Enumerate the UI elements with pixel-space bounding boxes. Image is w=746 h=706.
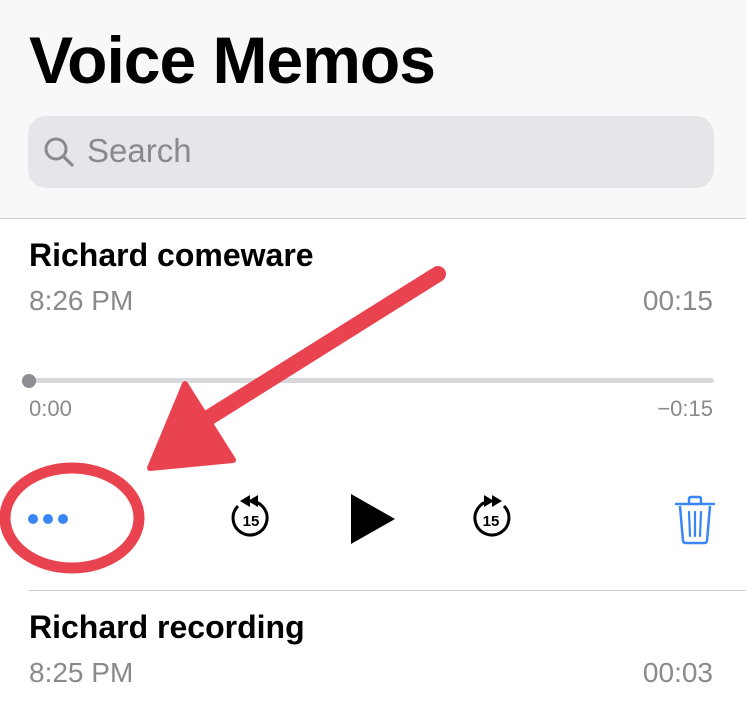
memo-time: 8:26 PM <box>29 285 134 316</box>
annotation-arrow <box>147 266 446 471</box>
playback-scrubber[interactable] <box>29 378 714 383</box>
memo-duration: 00:15 <box>642 285 713 316</box>
page-title: Voice Memos <box>29 23 436 97</box>
skip-back-15-icon: 15 <box>231 495 269 537</box>
header: Voice Memos Search <box>0 0 746 218</box>
trash-icon <box>674 495 716 545</box>
memo-title: Richard comeware <box>29 237 314 273</box>
more-button[interactable] <box>26 508 70 530</box>
memo-title: Richard recording <box>29 609 305 645</box>
search-placeholder: Search <box>87 132 192 169</box>
delete-button[interactable] <box>673 494 717 546</box>
play-button[interactable] <box>345 490 401 548</box>
elapsed-time: 0:00 <box>29 396 72 421</box>
svg-text:15: 15 <box>483 513 500 530</box>
divider <box>29 590 746 591</box>
search-field[interactable]: Search <box>28 116 714 188</box>
svg-text:15: 15 <box>243 513 260 530</box>
memo-duration: 00:03 <box>642 657 713 688</box>
search-icon <box>42 135 76 169</box>
skip-back-button[interactable]: 15 <box>226 492 276 544</box>
skip-forward-15-icon: 15 <box>473 495 511 537</box>
remaining-time: −0:15 <box>657 396 713 421</box>
divider <box>0 218 746 219</box>
play-icon <box>351 494 395 544</box>
scrubber-handle[interactable] <box>22 374 36 388</box>
skip-forward-button[interactable]: 15 <box>466 492 516 544</box>
memo-time: 8:25 PM <box>29 657 134 688</box>
